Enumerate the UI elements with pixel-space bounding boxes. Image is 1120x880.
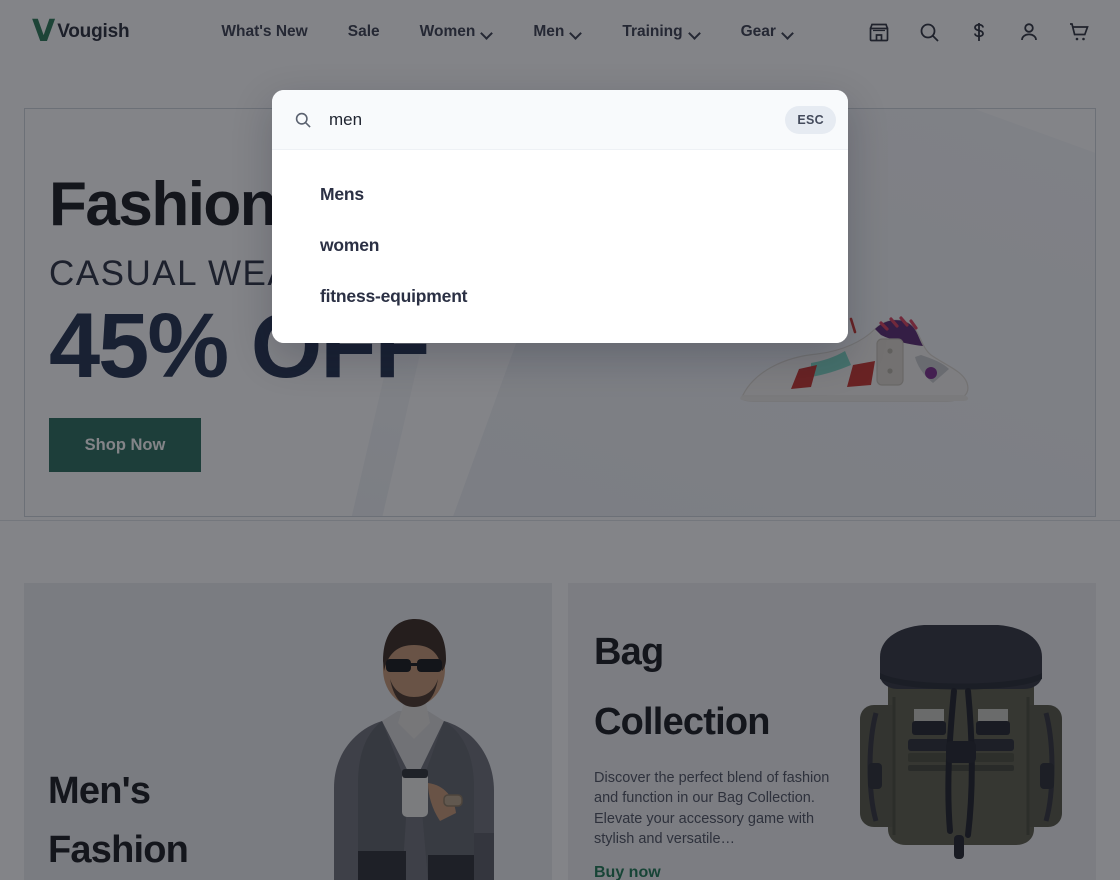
nav-label: Gear	[740, 23, 776, 40]
shop-now-button[interactable]: Shop Now	[49, 418, 201, 473]
card-right-title: Bag Collection	[594, 631, 770, 744]
search-bar: ESC	[272, 90, 848, 150]
search-input[interactable]	[314, 109, 786, 130]
nav-item-men[interactable]: Men	[513, 15, 602, 49]
chevron-down-icon	[690, 29, 701, 36]
card-left-title: Men's Fashion	[48, 770, 189, 872]
mens-fashion-image	[278, 583, 548, 880]
nav-item-whats-new[interactable]: What's New	[201, 15, 327, 49]
shopping-cart-icon[interactable]	[1064, 17, 1094, 47]
nav-item-sale[interactable]: Sale	[328, 15, 400, 49]
card-left-copy: Men's Fashion	[48, 762, 298, 880]
nav-label: Training	[622, 23, 683, 40]
card-mens-fashion[interactable]: Men's Fashion	[24, 583, 552, 880]
nav-item-training[interactable]: Training	[602, 15, 720, 49]
store-icon[interactable]	[864, 17, 894, 47]
logo-wordmark: Vougish	[57, 21, 130, 42]
user-account-icon[interactable]	[1014, 17, 1044, 47]
chevron-down-icon	[783, 29, 794, 36]
search-overlay-modal: ESC Mens women fitness-equipment	[272, 90, 848, 343]
esc-button[interactable]: ESC	[785, 105, 836, 134]
main-navigation: What's New Sale Women Men Training Gear	[201, 15, 814, 49]
site-logo[interactable]: V Vougish	[32, 14, 130, 49]
search-results-list: Mens women fitness-equipment	[272, 150, 848, 343]
card-bag-collection[interactable]: Bag Collection Discover the perfect blen…	[568, 583, 1096, 880]
page-root: V Vougish What's New Sale Women Men Trai…	[0, 0, 1120, 880]
search-result-item[interactable]: women	[272, 227, 848, 264]
site-header: V Vougish What's New Sale Women Men Trai…	[0, 0, 1120, 64]
nav-item-gear[interactable]: Gear	[721, 15, 814, 49]
logo-v-mark: V	[32, 14, 56, 49]
nav-item-women[interactable]: Women	[400, 15, 514, 49]
buy-now-link[interactable]: Buy now	[594, 864, 661, 880]
header-icon-group	[864, 0, 1094, 64]
search-icon[interactable]	[914, 17, 944, 47]
nav-label: What's New	[221, 23, 308, 40]
nav-label: Women	[419, 23, 476, 40]
chevron-down-icon	[571, 29, 582, 36]
currency-dollar-icon[interactable]	[964, 17, 994, 47]
chevron-down-icon	[482, 29, 493, 36]
card-right-copy: Bag Collection Discover the perfect blen…	[594, 617, 846, 880]
nav-label: Sale	[347, 23, 380, 40]
section-divider	[0, 520, 1120, 521]
search-icon	[292, 109, 314, 131]
nav-label: Men	[533, 23, 565, 40]
bag-collection-image	[846, 613, 1076, 863]
card-right-description: Discover the perfect blend of fashion an…	[594, 769, 830, 848]
search-result-item[interactable]: Mens	[272, 176, 848, 213]
search-result-item[interactable]: fitness-equipment	[272, 278, 848, 315]
feature-card-row: Men's Fashion Bag Collection Discover th…	[0, 583, 1120, 880]
